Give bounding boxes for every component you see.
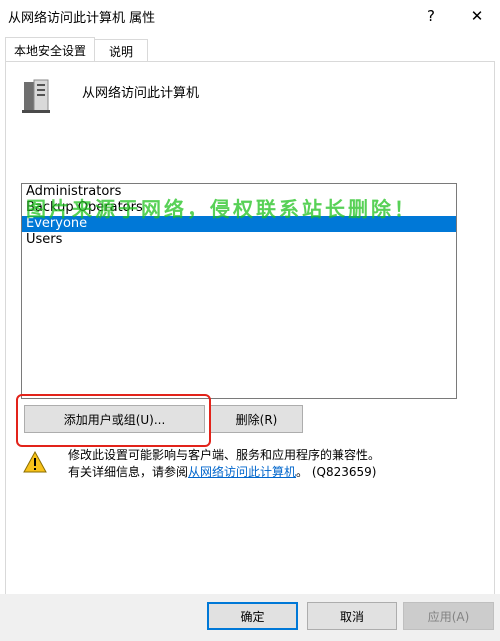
tab-local-security-setting[interactable]: 本地安全设置 bbox=[5, 37, 95, 62]
accounts-listbox[interactable]: Administrators Backup Operators Everyone… bbox=[21, 183, 457, 399]
title-bar: 从网络访问此计算机 属性 ? ✕ bbox=[0, 0, 500, 31]
help-icon: ? bbox=[427, 6, 435, 25]
remove-button[interactable]: 删除(R) bbox=[210, 405, 303, 433]
policy-name: 从网络访问此计算机 bbox=[82, 86, 200, 101]
warning-suffix: 。 (Q823659) bbox=[296, 465, 377, 479]
tab-explain[interactable]: 说明 bbox=[94, 39, 148, 62]
warning-line-1: 修改此设置可能影响与客户端、服务和应用程序的兼容性。 bbox=[68, 448, 381, 462]
close-button[interactable]: ✕ bbox=[454, 0, 500, 31]
cancel-button[interactable]: 取消 bbox=[307, 602, 397, 630]
list-item[interactable]: Backup Operators bbox=[22, 200, 456, 216]
list-item-selected[interactable]: Everyone bbox=[22, 216, 456, 232]
button-label: 应用(A) bbox=[427, 609, 470, 624]
ok-button[interactable]: 确定 bbox=[207, 602, 298, 630]
list-item[interactable]: Users bbox=[22, 232, 456, 248]
button-label: 确定 bbox=[240, 609, 265, 624]
apply-button[interactable]: 应用(A) bbox=[403, 602, 494, 630]
list-item[interactable]: Administrators bbox=[22, 184, 456, 200]
help-link[interactable]: 从网络访问此计算机 bbox=[188, 465, 296, 479]
button-label: 添加用户或组(U)... bbox=[63, 412, 166, 427]
compatibility-warning: 修改此设置可能影响与客户端、服务和应用程序的兼容性。 有关详细信息，请参阅从网络… bbox=[68, 447, 380, 481]
warning-line-2: 有关详细信息，请参阅从网络访问此计算机。 (Q823659) bbox=[68, 464, 380, 481]
add-user-or-group-button[interactable]: 添加用户或组(U)... bbox=[24, 405, 205, 433]
button-label: 取消 bbox=[339, 609, 364, 624]
tab-label: 说明 bbox=[108, 44, 133, 59]
button-label: 删除(R) bbox=[235, 412, 278, 427]
window-title: 从网络访问此计算机 属性 bbox=[8, 11, 156, 26]
warning-prefix: 有关详细信息，请参阅 bbox=[68, 465, 189, 479]
tab-label: 本地安全设置 bbox=[13, 43, 86, 58]
help-button[interactable]: ? bbox=[408, 0, 454, 31]
server-icon bbox=[22, 79, 50, 113]
warning-icon bbox=[23, 451, 47, 473]
close-icon: ✕ bbox=[470, 6, 484, 25]
